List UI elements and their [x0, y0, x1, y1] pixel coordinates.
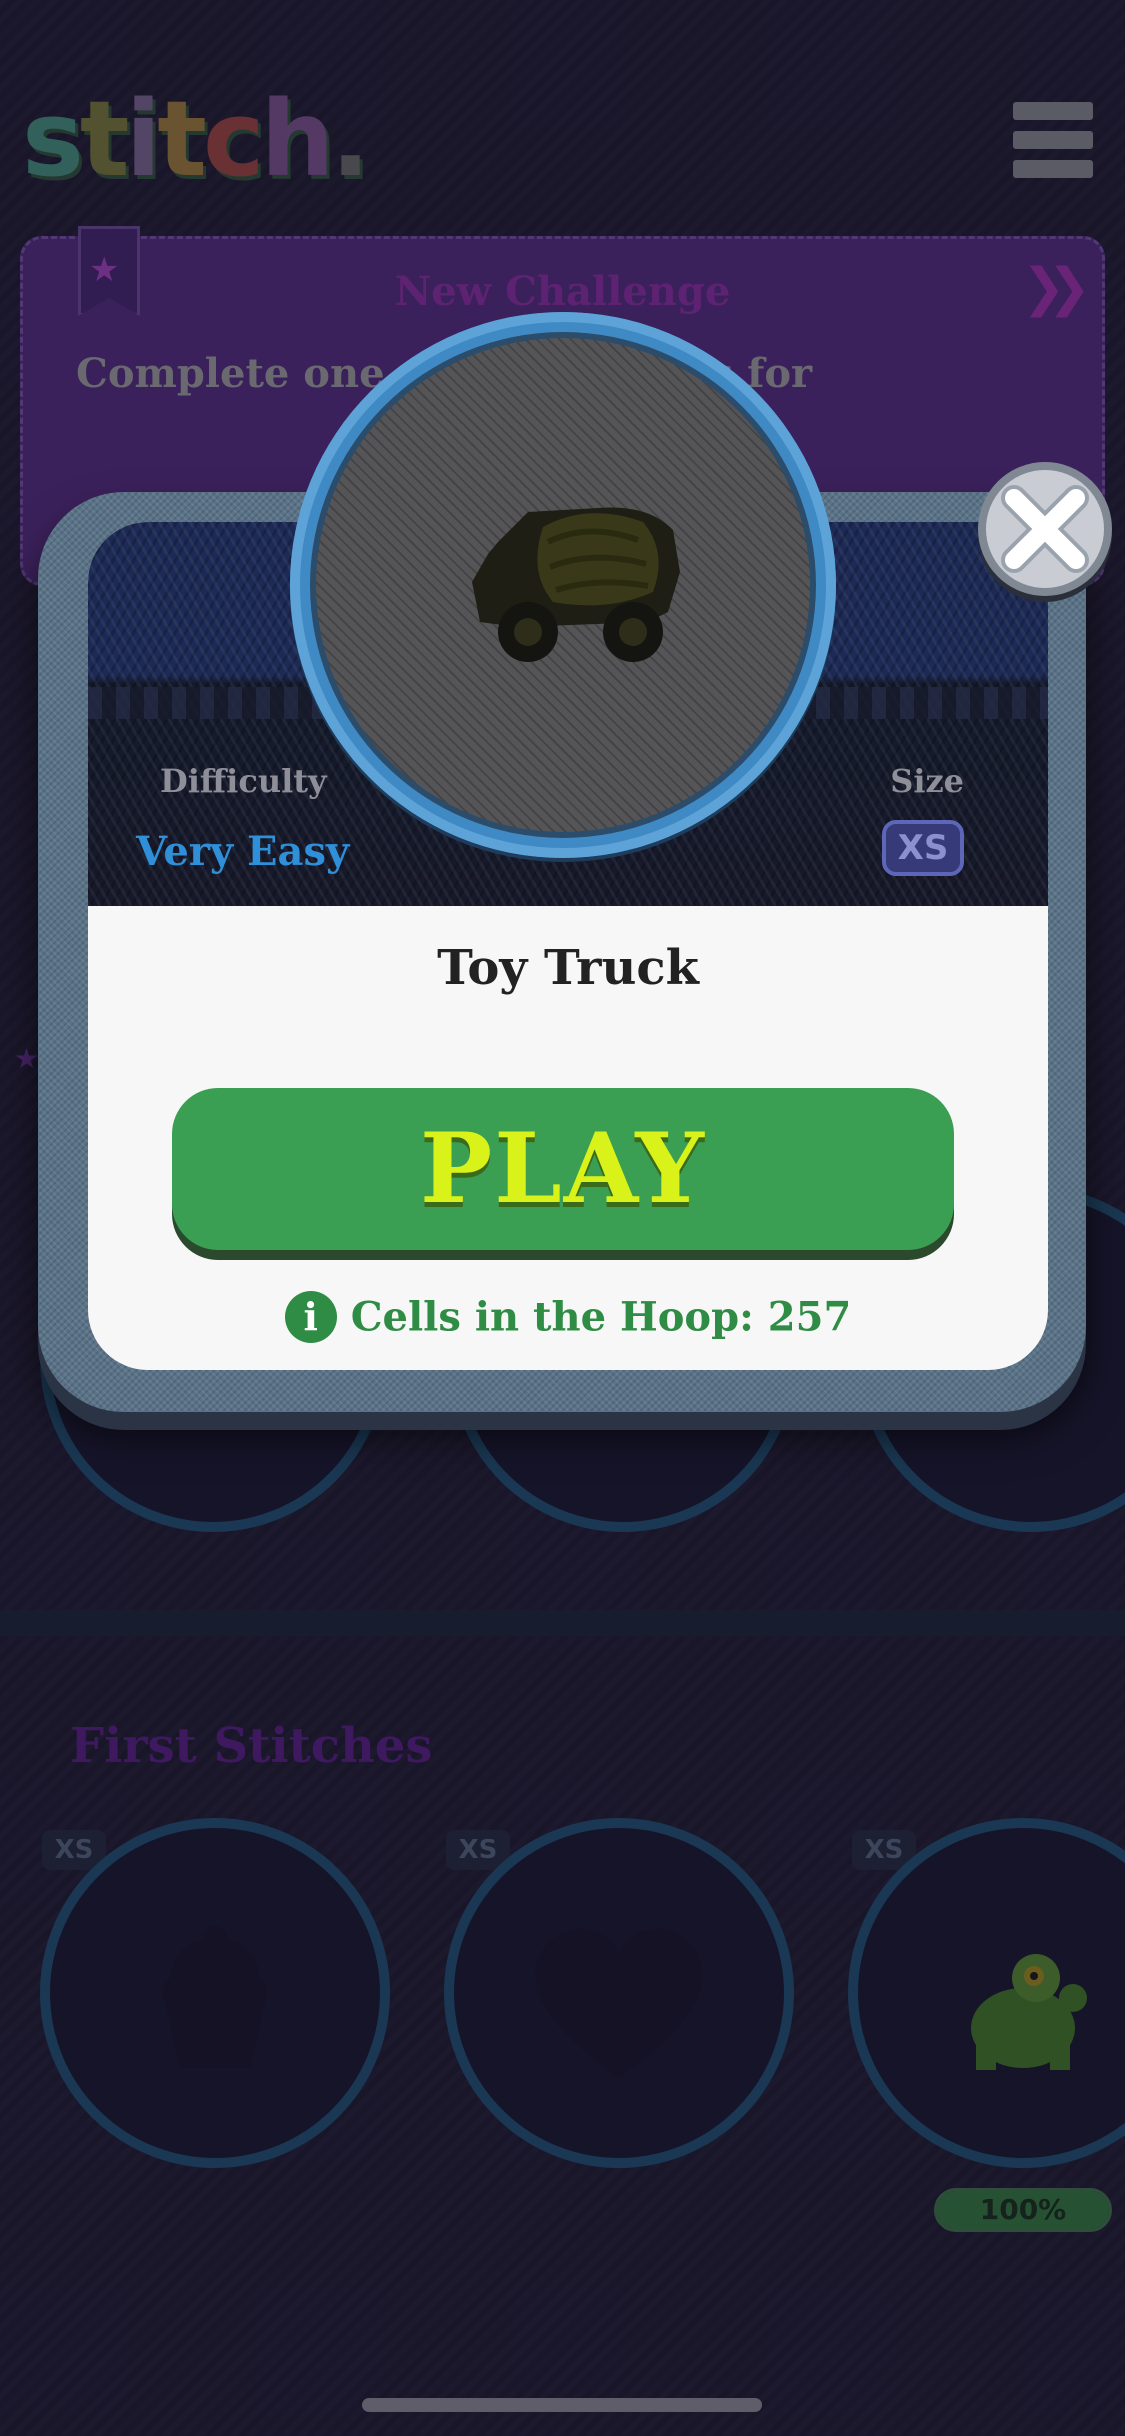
size-label: Size [890, 762, 964, 800]
cells-info: i Cells in the Hoop: 257 [88, 1290, 1048, 1343]
play-button[interactable]: PLAY [172, 1088, 954, 1250]
app-screen: stitch. ★ New Challenge ❯❯ Complete one … [0, 0, 1125, 2436]
pattern-name: Toy Truck [437, 940, 699, 996]
size-badge: XS [882, 820, 964, 876]
pattern-thumbnail [290, 312, 836, 858]
close-button[interactable] [978, 462, 1112, 596]
cells-count-text: Cells in the Hoop: 257 [350, 1293, 852, 1341]
pattern-preview [310, 332, 816, 838]
difficulty-label: Difficulty [160, 762, 327, 800]
difficulty-value: Very Easy [136, 828, 350, 875]
close-icon [1001, 485, 1089, 573]
info-icon[interactable]: i [284, 1291, 337, 1343]
toy-truck-icon [472, 507, 680, 662]
